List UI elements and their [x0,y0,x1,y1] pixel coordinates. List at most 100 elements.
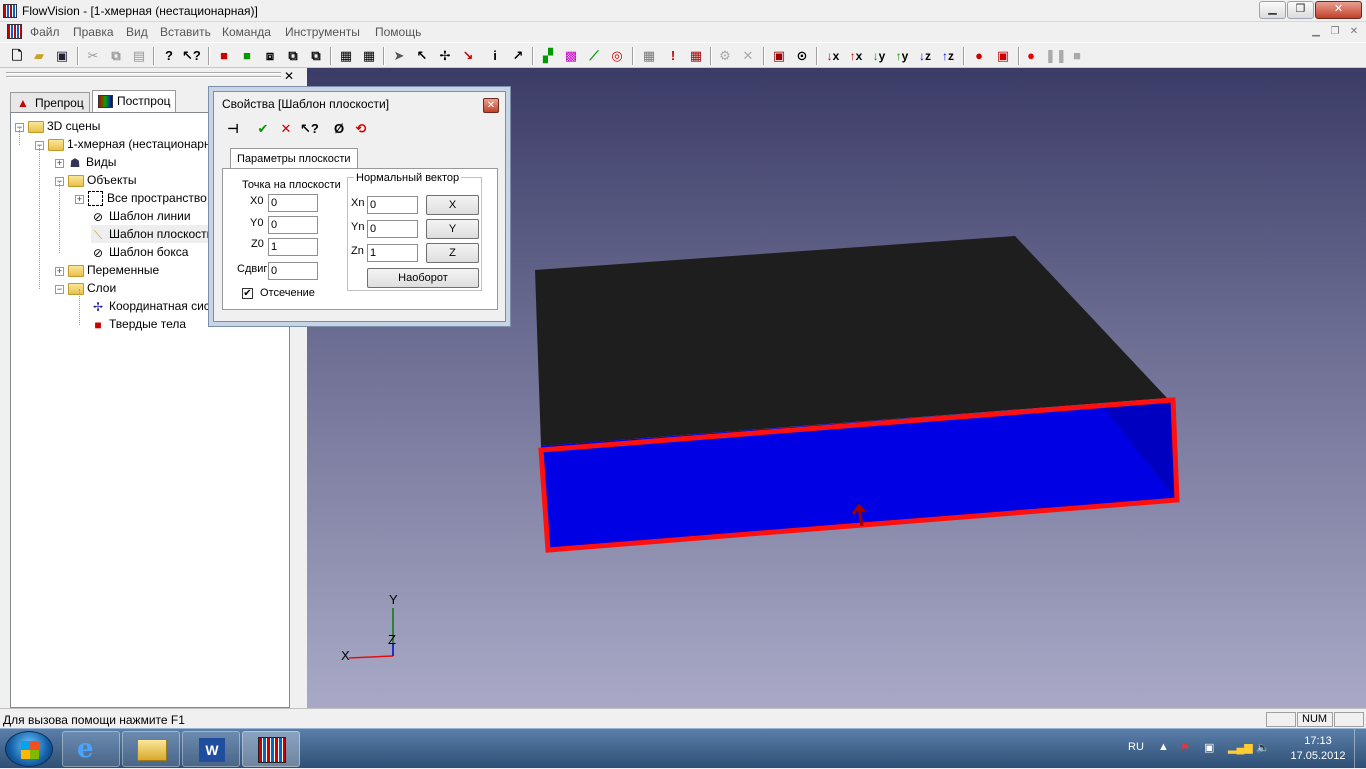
zn-input[interactable] [367,244,418,262]
color-map-icon[interactable]: ▩ [562,47,580,65]
help-icon[interactable]: ? [160,47,178,65]
stop-icon[interactable]: ■ [1068,47,1086,65]
reset-icon[interactable]: Ø [330,120,348,138]
reverse-button[interactable]: Наоборот [367,268,479,288]
tray-flag-icon[interactable]: ⚑ [1180,741,1190,754]
isosurface-icon[interactable]: ◎ [608,47,626,65]
yn-input[interactable] [367,220,418,238]
menu-edit[interactable]: Правка [73,25,114,39]
x0-input[interactable] [268,194,318,212]
view-plus-x-icon[interactable]: ↑x [845,47,867,65]
pause-icon[interactable]: ❚❚ [1045,47,1067,65]
warning-icon[interactable]: ! [664,47,682,65]
tree-node-solids[interactable]: ■ Твердые тела [91,315,186,333]
menu-file[interactable]: Файл [30,25,60,39]
shift-input[interactable] [268,262,318,280]
minimize-button[interactable]: ▁ [1259,1,1286,19]
graph-icon[interactable]: ⟋ [585,47,603,65]
tray-device-icon[interactable]: ▣ [1204,741,1214,754]
tree-node-line-template[interactable]: ⊘ Шаблон линии [91,207,191,225]
tray-expand-icon[interactable]: ▲ [1158,741,1169,753]
record-start-icon[interactable]: ● [970,47,988,65]
tree-node-box-template[interactable]: ⊘ Шаблон бокса [91,243,188,261]
record-view-icon[interactable]: ⊙ [793,47,811,65]
new-file-icon[interactable]: 🗋 [8,47,26,65]
close-button[interactable]: ✕ [1315,1,1362,19]
play-record-icon[interactable]: ● [1022,47,1040,65]
grid-icon[interactable]: ▦ [640,47,658,65]
cancel-cross-icon[interactable]: ✕ [277,120,295,138]
tree-node-variables[interactable]: + Переменные [55,261,159,279]
view-plus-z-icon[interactable]: ↑z [937,47,959,65]
z0-input[interactable] [268,238,318,256]
clock[interactable]: 17:13 17.05.2012 [1286,734,1350,764]
xn-input[interactable] [367,196,418,214]
menu-help[interactable]: Помощь [375,25,421,39]
menu-view[interactable]: Вид [126,25,148,39]
taskbar-word[interactable]: W [182,731,240,767]
layers-icon[interactable]: ▦ [337,47,355,65]
layers-copy-icon[interactable]: ▦ [360,47,378,65]
menu-command[interactable]: Команда [222,25,271,39]
info-icon[interactable]: i [486,47,504,65]
tree-node-scene[interactable]: −1-хмерная (нестационарная) [35,135,228,153]
red-cube-icon[interactable]: ■ [215,47,233,65]
save-icon[interactable]: ▣ [53,47,71,65]
disabled-cross-icon[interactable]: ✕ [739,47,757,65]
green-cube-icon[interactable]: ■ [238,47,256,65]
language-indicator[interactable]: RU [1128,741,1144,753]
taskbar-flowvision[interactable] [242,731,300,767]
tree-node-all-space[interactable]: + Все пространство [75,189,207,207]
tree-node-objects[interactable]: − Объекты [55,171,137,189]
context-help-icon[interactable]: ↖? [182,47,201,65]
tree-node-views[interactable]: + ☗ Виды [55,153,116,171]
refresh-icon[interactable]: ⟲ [352,120,370,138]
maximize-button[interactable]: ❐ [1287,1,1314,19]
view-minus-z-icon[interactable]: ↓z [914,47,936,65]
probe-icon[interactable]: ↘ [459,47,477,65]
taskbar-ie[interactable]: e [62,731,120,767]
tab-preprocessor[interactable]: ▲ Препроц [10,92,90,112]
tray-network-icon[interactable]: ▂▄▆ [1228,741,1253,754]
apply-check-icon[interactable]: ✔ [254,120,272,138]
mdi-minimize-icon[interactable]: ▁ [1308,25,1324,39]
set-z-button[interactable]: Z [426,243,479,263]
tree-node-3d-scenes[interactable]: −3D сцены [15,117,100,135]
vector-icon[interactable]: ↗ [509,47,527,65]
view-minus-x-icon[interactable]: ↓↓xx [822,47,844,65]
camera-icon[interactable]: ▣ [770,47,788,65]
start-button[interactable] [5,731,53,767]
dialog-help-icon[interactable]: ↖? [300,120,319,138]
set-y-button[interactable]: Y [426,219,479,239]
view-plus-y-icon[interactable]: ↑y [891,47,913,65]
mdi-doc-icon[interactable] [7,24,22,39]
panel-close-icon[interactable]: ✕ [284,69,294,83]
pin-icon[interactable]: ⊣ [224,120,242,138]
dialog-close-button[interactable]: ✕ [483,98,499,113]
select-arrow-icon[interactable]: ➤ [390,47,408,65]
record-file-icon[interactable]: ▣ [994,47,1012,65]
paste-icon[interactable]: ▤ [130,47,148,65]
cut-icon[interactable]: ✂ [84,47,102,65]
cube-front-icon[interactable]: ⧉ [284,47,302,65]
menu-tools[interactable]: Инструменты [285,25,360,39]
taskbar-explorer[interactable] [122,731,180,767]
tray-volume-icon[interactable]: 🔈 [1256,741,1270,754]
cube-outline-icon[interactable]: ⧈ [261,47,279,65]
mdi-restore-icon[interactable]: ❐ [1327,25,1343,39]
tab-plane-params[interactable]: Параметры плоскости [230,148,358,169]
tab-postprocessor[interactable]: Постпроц [92,90,176,114]
axes-icon[interactable]: ✢ [436,47,454,65]
mdi-close-icon[interactable]: ✕ [1346,25,1362,39]
table-icon[interactable]: ▦ [687,47,705,65]
cube-back-icon[interactable]: ⧉ [307,47,325,65]
properties-dialog[interactable]: Свойства [Шаблон плоскости] ✕ ⊣ ✔ ✕ ↖? Ø… [213,91,506,322]
pointer-icon[interactable]: ↖ [413,47,431,65]
copy-icon[interactable]: ⧉ [107,47,125,65]
show-desktop-button[interactable] [1354,729,1366,769]
view-minus-y-icon[interactable]: ↓y [868,47,890,65]
disabled-gear-icon[interactable]: ⚙ [716,47,734,65]
menu-insert[interactable]: Вставить [160,25,211,39]
open-folder-icon[interactable]: ▰ [30,47,48,65]
fill-icon[interactable]: ▞ [539,47,557,65]
